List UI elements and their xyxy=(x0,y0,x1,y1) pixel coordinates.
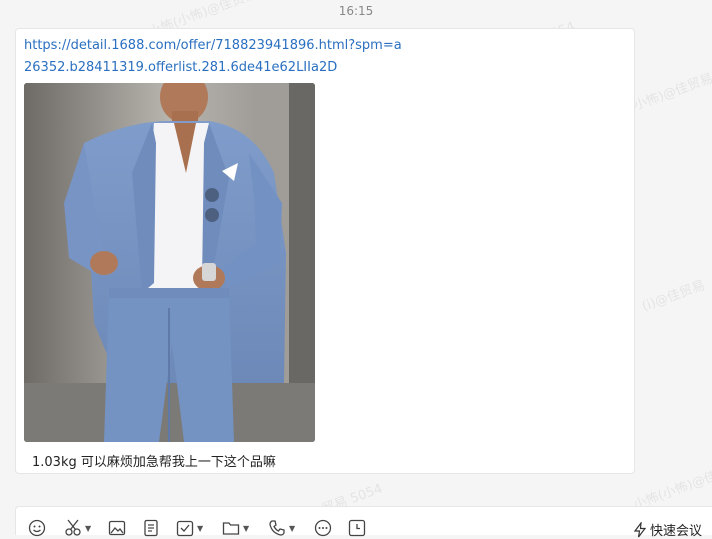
document-icon xyxy=(144,519,158,537)
watermark-text: 小怖(小怖)@佳贸易 xyxy=(631,459,712,513)
scissors-icon xyxy=(65,519,81,536)
task-button[interactable]: ▼ xyxy=(176,519,203,537)
message-timestamp: 16:15 xyxy=(338,4,374,18)
clock-icon xyxy=(348,519,366,537)
quick-meeting-label: 快速会议 xyxy=(649,524,702,539)
chat-bubble-button[interactable] xyxy=(314,519,332,537)
emoji-icon xyxy=(28,519,46,537)
message-caption: 1.03kg 可以麻烦加急帮我上一下这个品嘛 xyxy=(32,455,276,470)
phone-icon xyxy=(269,520,285,536)
quick-meeting-button[interactable]: 快速会议 xyxy=(633,520,702,539)
chevron-down-icon[interactable]: ▼ xyxy=(197,524,203,533)
folder-icon xyxy=(222,522,240,535)
checkbox-icon xyxy=(176,520,194,537)
send-image-button[interactable] xyxy=(108,519,126,537)
image-icon xyxy=(108,520,126,536)
history-button[interactable] xyxy=(348,519,366,537)
chevron-down-icon[interactable]: ▼ xyxy=(243,524,249,533)
product-image[interactable] xyxy=(24,83,315,442)
suit-photo-illustration xyxy=(24,83,315,442)
chevron-down-icon[interactable]: ▼ xyxy=(85,524,91,533)
watermark-text: (i)@佳贸易 xyxy=(640,278,708,315)
folder-button[interactable]: ▼ xyxy=(222,519,249,537)
screenshot-button[interactable]: ▼ xyxy=(64,519,91,537)
message-bubble: https://detail.1688.com/offer/7188239418… xyxy=(15,28,635,474)
chat-toolbar: ▼ ▼ ▼ ▼ 快速会议 xyxy=(15,506,712,539)
lightning-icon xyxy=(633,521,647,537)
chat-bubble-icon xyxy=(314,519,332,537)
document-button[interactable] xyxy=(142,519,160,537)
chevron-down-icon[interactable]: ▼ xyxy=(289,524,295,533)
call-button[interactable]: ▼ xyxy=(268,519,295,537)
emoji-button[interactable] xyxy=(28,519,46,537)
offer-link[interactable]: https://detail.1688.com/offer/7188239418… xyxy=(24,35,404,79)
